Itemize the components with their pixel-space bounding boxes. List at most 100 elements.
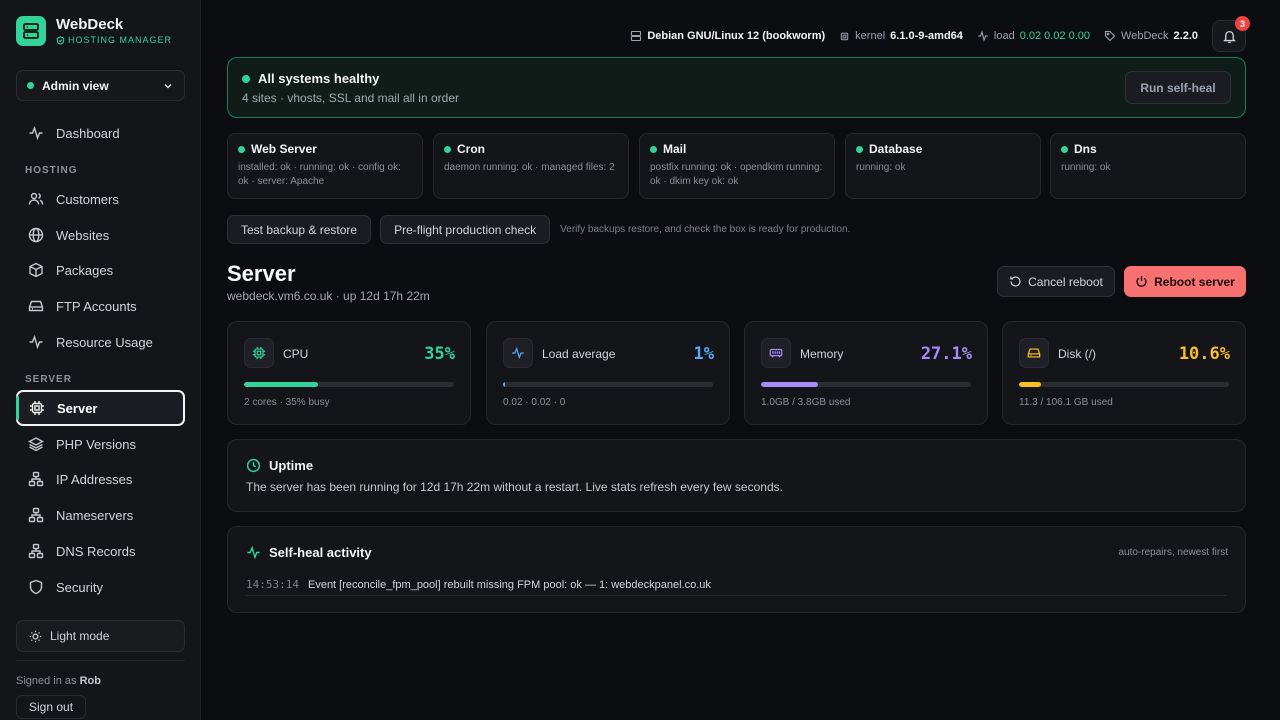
service-card-dns: Dns running: ok (1050, 133, 1246, 199)
test-backup-button[interactable]: Test backup & restore (227, 215, 372, 244)
sidebar-item-nameservers[interactable]: Nameservers (16, 498, 185, 532)
status-dot (242, 74, 250, 83)
status-dot (856, 145, 863, 153)
uptime-text: The server has been running for 12d 17h … (246, 480, 783, 494)
activity-icon (512, 346, 524, 360)
activity-icon (29, 334, 43, 350)
stat-detail: 1.0GB / 3.8GB used (761, 397, 851, 408)
progress-bar (503, 382, 713, 387)
service-card-web-server: Web Server installed: ok · running: ok ·… (227, 133, 423, 199)
signed-in-text: Signed in as Rob (16, 675, 101, 687)
sidebar-item-php-versions[interactable]: PHP Versions (16, 427, 185, 461)
hard-drive-icon (1027, 348, 1041, 358)
network-icon (28, 471, 44, 487)
stat-value: 10.6% (1178, 344, 1230, 364)
stat-card-disk: Disk (/) 10.6% 11.3 / 106.1 GB used (1002, 321, 1246, 425)
service-name: Dns (1074, 142, 1097, 156)
check-actions: Test backup & restore Pre-flight product… (227, 215, 850, 244)
sidebar-item-server[interactable]: Server (16, 390, 185, 426)
light-mode-toggle[interactable]: Light mode (16, 620, 185, 652)
server-icon (631, 30, 642, 42)
stat-card-cpu: CPU 35% 2 cores · 35% busy (227, 321, 471, 425)
preflight-check-button[interactable]: Pre-flight production check (380, 215, 551, 244)
event-text: Event [reconcile_fpm_pool] rebuilt missi… (307, 578, 711, 591)
sidebar-item-label: Websites (56, 227, 110, 243)
sidebar-item-packages[interactable]: Packages (16, 253, 185, 287)
brand[interactable]: WebDeck HOSTING MANAGER (16, 16, 172, 46)
server-section-label: SERVER (25, 374, 72, 385)
os-info: Debian GNU/Linux 12 (bookworm) (630, 30, 825, 42)
stat-card-memory: Memory 27.1% 1.0GB / 3.8GB used (744, 321, 988, 425)
view-selector[interactable]: Admin view (16, 70, 185, 101)
sidebar-item-websites[interactable]: Websites (16, 218, 185, 252)
notification-count-badge: 3 (1235, 16, 1250, 31)
stat-value: 27.1% (920, 344, 972, 364)
sidebar-item-ftp-accounts[interactable]: FTP Accounts (16, 289, 185, 323)
server-logo-icon (16, 16, 46, 46)
sidebar-item-dashboard[interactable]: Dashboard (16, 116, 185, 150)
event-time: 14:53:14 (246, 578, 299, 591)
activity-subtitle: auto-repairs, newest first (1118, 547, 1229, 558)
run-self-heal-button[interactable]: Run self-heal (1125, 71, 1231, 104)
progress-fill (244, 382, 318, 387)
sidebar-item-ip-addresses[interactable]: IP Addresses (16, 462, 185, 496)
sidebar: WebDeck HOSTING MANAGER Admin view Dashb… (0, 0, 201, 720)
activity-icon (247, 545, 260, 560)
health-banner: All systems healthy 4 sites · vhosts, SS… (227, 57, 1246, 118)
users-icon (28, 192, 44, 205)
activity-icon (29, 125, 43, 141)
sidebar-item-label: Security (56, 579, 103, 595)
status-dot (1061, 145, 1068, 153)
globe-icon (28, 227, 44, 243)
sidebar-item-dns-records[interactable]: DNS Records (16, 534, 185, 568)
stat-detail: 0.02 · 0.02 · 0 (503, 397, 566, 408)
username: Rob (79, 675, 101, 687)
status-dot (650, 145, 657, 153)
stat-label: Disk (/) (1058, 347, 1096, 361)
status-dot (444, 145, 451, 153)
shield-icon (29, 579, 43, 595)
power-icon (1136, 276, 1147, 287)
cpu-icon (30, 401, 44, 415)
status-dot (238, 145, 245, 153)
service-status: daemon running: ok · managed files: 2 (444, 162, 615, 173)
progress-bar (244, 382, 454, 387)
sidebar-item-label: Server (57, 400, 98, 416)
health-title: All systems healthy (258, 71, 380, 86)
cancel-reboot-button[interactable]: Cancel reboot (997, 266, 1115, 297)
sign-out-button[interactable]: Sign out (16, 695, 87, 719)
progress-fill (1019, 382, 1042, 387)
activity-icon (977, 30, 988, 42)
service-status: running: ok (856, 162, 906, 173)
reboot-server-button[interactable]: Reboot server (1124, 266, 1246, 297)
version-info: WebDeck 2.2.0 (1104, 30, 1198, 42)
page-title: Server (227, 261, 296, 286)
sidebar-item-label: Resource Usage (56, 334, 153, 350)
stat-value: 35% (424, 344, 455, 364)
sun-icon (29, 630, 42, 642)
network-icon (28, 507, 44, 523)
clock-icon (246, 458, 261, 473)
sidebar-item-resource-usage[interactable]: Resource Usage (16, 325, 185, 359)
sidebar-item-customers[interactable]: Customers (16, 182, 185, 216)
package-icon (29, 262, 43, 278)
sidebar-item-label: Nameservers (56, 507, 134, 523)
stat-label: Load average (542, 347, 616, 361)
progress-fill (503, 382, 506, 387)
tag-icon (1104, 30, 1116, 42)
service-name: Web Server (251, 142, 317, 156)
service-name: Mail (663, 142, 687, 156)
sidebar-item-label: DNS Records (56, 543, 136, 559)
network-icon (28, 543, 44, 559)
cpu-icon (840, 32, 849, 40)
service-card-database: Database running: ok (845, 133, 1041, 199)
sidebar-item-security[interactable]: Security (16, 570, 185, 604)
health-subtitle: 4 sites · vhosts, SSL and mail all in or… (242, 91, 459, 105)
activity-title: Self-heal activity (269, 545, 372, 560)
service-status: postfix running: ok · opendkim running: … (650, 162, 823, 187)
chevron-down-icon (164, 83, 172, 89)
notifications-button[interactable]: 3 (1212, 16, 1250, 52)
actions-hint: Verify backups restore, and check the bo… (560, 224, 851, 235)
stat-label: CPU (283, 347, 309, 361)
status-dot (27, 82, 34, 89)
